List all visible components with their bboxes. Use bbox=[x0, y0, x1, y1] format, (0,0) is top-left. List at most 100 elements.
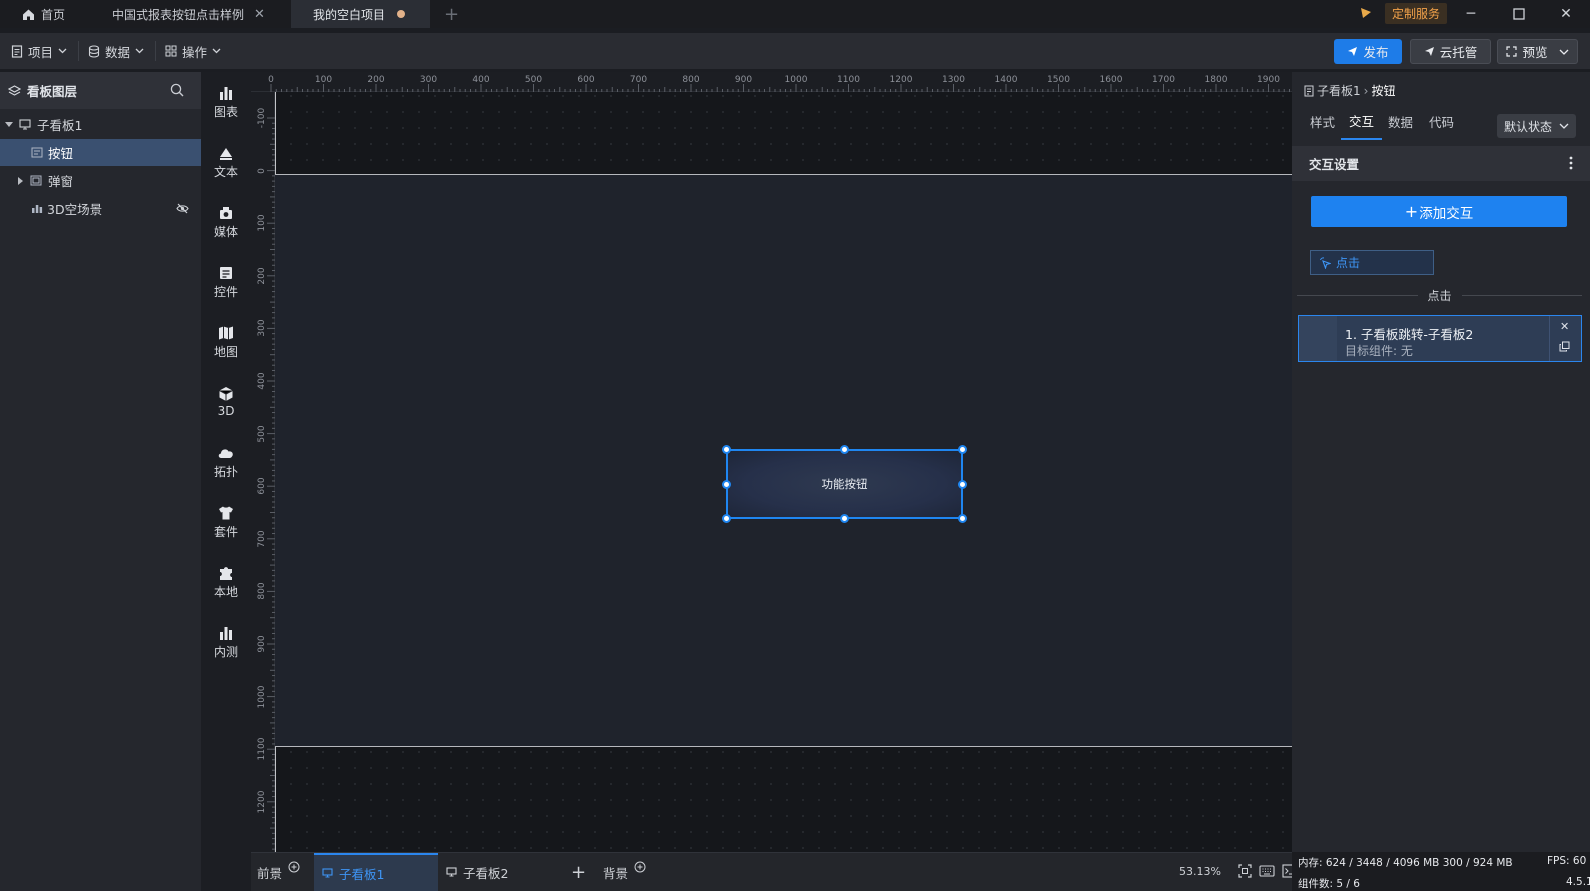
custom-service-button[interactable]: 定制服务 bbox=[1385, 3, 1448, 24]
search-icon[interactable] bbox=[170, 83, 184, 97]
function-button[interactable]: 功能按钮 bbox=[722, 445, 967, 523]
layer-item-board1[interactable]: 子看板1 bbox=[0, 111, 201, 138]
tab-board2[interactable]: 子看板2 bbox=[446, 853, 556, 891]
tab-report-sample[interactable]: 中国式报表按钮点击样例 ✕ bbox=[90, 0, 290, 28]
chevron-down-icon bbox=[135, 48, 144, 54]
add-tab-icon[interactable]: + bbox=[444, 4, 459, 25]
document-icon bbox=[1304, 85, 1314, 97]
close-window-icon[interactable]: ✕ bbox=[1542, 0, 1590, 28]
tab-blank-project[interactable]: 我的空白项目 bbox=[291, 0, 430, 28]
fit-screen-icon[interactable] bbox=[1238, 864, 1252, 878]
eye-hidden-icon[interactable] bbox=[176, 203, 189, 214]
tab-interaction[interactable]: 交互 bbox=[1341, 102, 1382, 140]
layer-item-popup[interactable]: 弹窗 bbox=[0, 167, 201, 194]
puzzle-icon bbox=[218, 565, 234, 581]
close-icon[interactable]: ✕ bbox=[1560, 320, 1569, 333]
drag-handle[interactable] bbox=[1299, 316, 1337, 361]
resize-handle-sw[interactable] bbox=[722, 514, 731, 523]
trigger-label: 点击 bbox=[1336, 256, 1361, 270]
component-chart[interactable]: 图表 bbox=[201, 72, 251, 132]
interaction-settings-header: 交互设置 bbox=[1292, 146, 1590, 181]
minimize-icon[interactable]: ─ bbox=[1447, 0, 1495, 28]
copy-icon[interactable] bbox=[1559, 341, 1570, 352]
publish-label: 发布 bbox=[1363, 45, 1389, 60]
add-circle-icon[interactable] bbox=[634, 861, 646, 873]
monitor-icon bbox=[19, 119, 31, 130]
chevron-down-icon bbox=[1559, 123, 1569, 129]
ruler-tick-label: 1600 bbox=[1099, 75, 1123, 85]
add-board-icon[interactable]: + bbox=[571, 853, 586, 891]
component-media[interactable]: 媒体 bbox=[201, 192, 251, 252]
interaction-action-card[interactable]: 1. 子看板跳转-子看板2 目标组件: 无 ✕ bbox=[1298, 315, 1582, 362]
status-bar: 内存: 624 / 3448 / 4096 MB 300 / 924 MB FP… bbox=[1292, 852, 1590, 891]
component-suite[interactable]: 套件 bbox=[201, 492, 251, 552]
control-icon bbox=[218, 265, 234, 281]
function-button-label: 功能按钮 bbox=[821, 477, 868, 491]
divider-line bbox=[1461, 294, 1583, 296]
resize-handle-n[interactable] bbox=[840, 445, 849, 454]
more-vertical-icon[interactable] bbox=[1569, 156, 1573, 170]
menu-bar: 项目 数据 操作 发布 云托管 预览 bbox=[0, 33, 1590, 69]
caret-right-icon[interactable] bbox=[18, 176, 24, 185]
cloud-hosting-button[interactable]: 云托管 bbox=[1410, 39, 1491, 64]
menu-data[interactable]: 数据 bbox=[88, 33, 144, 69]
preview-button[interactable]: 预览 bbox=[1497, 39, 1578, 64]
component-toolbar: 图表 文本 媒体 控件 地图 3D 拓扑 套件 本地 内测 bbox=[201, 72, 251, 891]
layer-item-button[interactable]: 按钮 bbox=[0, 139, 201, 166]
add-circle-icon[interactable] bbox=[288, 861, 300, 873]
tab-data[interactable]: 数据 bbox=[1388, 102, 1413, 140]
zoom-level[interactable]: 53.13% bbox=[1179, 865, 1221, 878]
tab-foreground[interactable]: 前景 bbox=[257, 853, 312, 891]
add-interaction-button[interactable]: + 添加交互 bbox=[1311, 196, 1567, 227]
tab-style[interactable]: 样式 bbox=[1310, 102, 1335, 140]
tab-label: 子看板2 bbox=[463, 865, 509, 881]
cloud-icon bbox=[217, 445, 235, 461]
publish-button[interactable]: 发布 bbox=[1334, 39, 1402, 64]
menu-operate[interactable]: 操作 bbox=[165, 33, 221, 69]
resize-handle-nw[interactable] bbox=[722, 445, 731, 454]
component-3d[interactable]: 3D bbox=[201, 372, 251, 432]
component-map[interactable]: 地图 bbox=[201, 312, 251, 372]
resize-handle-e[interactable] bbox=[958, 480, 967, 489]
chevron-down-icon[interactable] bbox=[1559, 49, 1569, 55]
tab-label: 交互 bbox=[1348, 113, 1374, 129]
breadcrumb-parent[interactable]: 子看板1 bbox=[1317, 82, 1361, 99]
tab-label: 数据 bbox=[1388, 114, 1414, 130]
menu-project[interactable]: 项目 bbox=[11, 33, 67, 69]
ruler-tick-label: 200 bbox=[367, 75, 385, 85]
tab-background[interactable]: 背景 bbox=[603, 853, 658, 891]
component-topology[interactable]: 拓扑 bbox=[201, 432, 251, 492]
chevron-down-icon bbox=[212, 48, 221, 54]
component-label: 地图 bbox=[213, 344, 238, 359]
ruler-ticks bbox=[270, 84, 1290, 92]
maximize-icon[interactable] bbox=[1495, 0, 1543, 28]
layer-item-3d-scene[interactable]: 3D空场景 bbox=[0, 195, 201, 222]
title-bar: 首页 中国式报表按钮点击样例 ✕ 我的空白项目 + 定制服务 ─ ✕ bbox=[0, 0, 1590, 28]
resize-handle-se[interactable] bbox=[958, 514, 967, 523]
artboard[interactable]: 功能按钮 bbox=[275, 174, 1292, 747]
tab-board1[interactable]: 子看板1 bbox=[314, 853, 438, 891]
trigger-click-chip[interactable]: 点击 bbox=[1310, 250, 1434, 275]
horizontal-ruler: 0 100 200 300 400 500 600 700 800 900 1000 1100 1200… bbox=[251, 72, 1292, 92]
state-select[interactable]: 默认状态 bbox=[1497, 114, 1576, 138]
bar-chart-icon bbox=[218, 625, 234, 641]
pointer-click-icon bbox=[1319, 256, 1331, 269]
component-control[interactable]: 控件 bbox=[201, 252, 251, 312]
component-beta[interactable]: 内测 bbox=[201, 612, 251, 672]
tab-home[interactable]: 首页 bbox=[0, 0, 88, 28]
action-title: 1. 子看板跳转-子看板2 bbox=[1345, 327, 1474, 342]
component-label: 本地 bbox=[213, 584, 238, 599]
resize-handle-ne[interactable] bbox=[958, 445, 967, 454]
caret-down-icon[interactable] bbox=[5, 121, 13, 128]
component-text[interactable]: 文本 bbox=[201, 132, 251, 192]
close-icon[interactable]: ✕ bbox=[254, 7, 265, 22]
component-local[interactable]: 本地 bbox=[201, 552, 251, 612]
database-icon bbox=[88, 44, 100, 58]
board-tab-bar: 前景 子看板1 子看板2 + 背景 53.13% bbox=[251, 852, 1296, 891]
canvas-area[interactable]: 0 100 200 300 400 500 600 700 800 900 1000 1100 1200… bbox=[251, 72, 1292, 852]
resize-handle-s[interactable] bbox=[840, 514, 849, 523]
ruler-tick-label: 1400 bbox=[994, 75, 1018, 85]
resize-handle-w[interactable] bbox=[722, 480, 731, 489]
tab-code[interactable]: 代码 bbox=[1429, 102, 1454, 140]
keyboard-icon[interactable] bbox=[1259, 865, 1275, 877]
